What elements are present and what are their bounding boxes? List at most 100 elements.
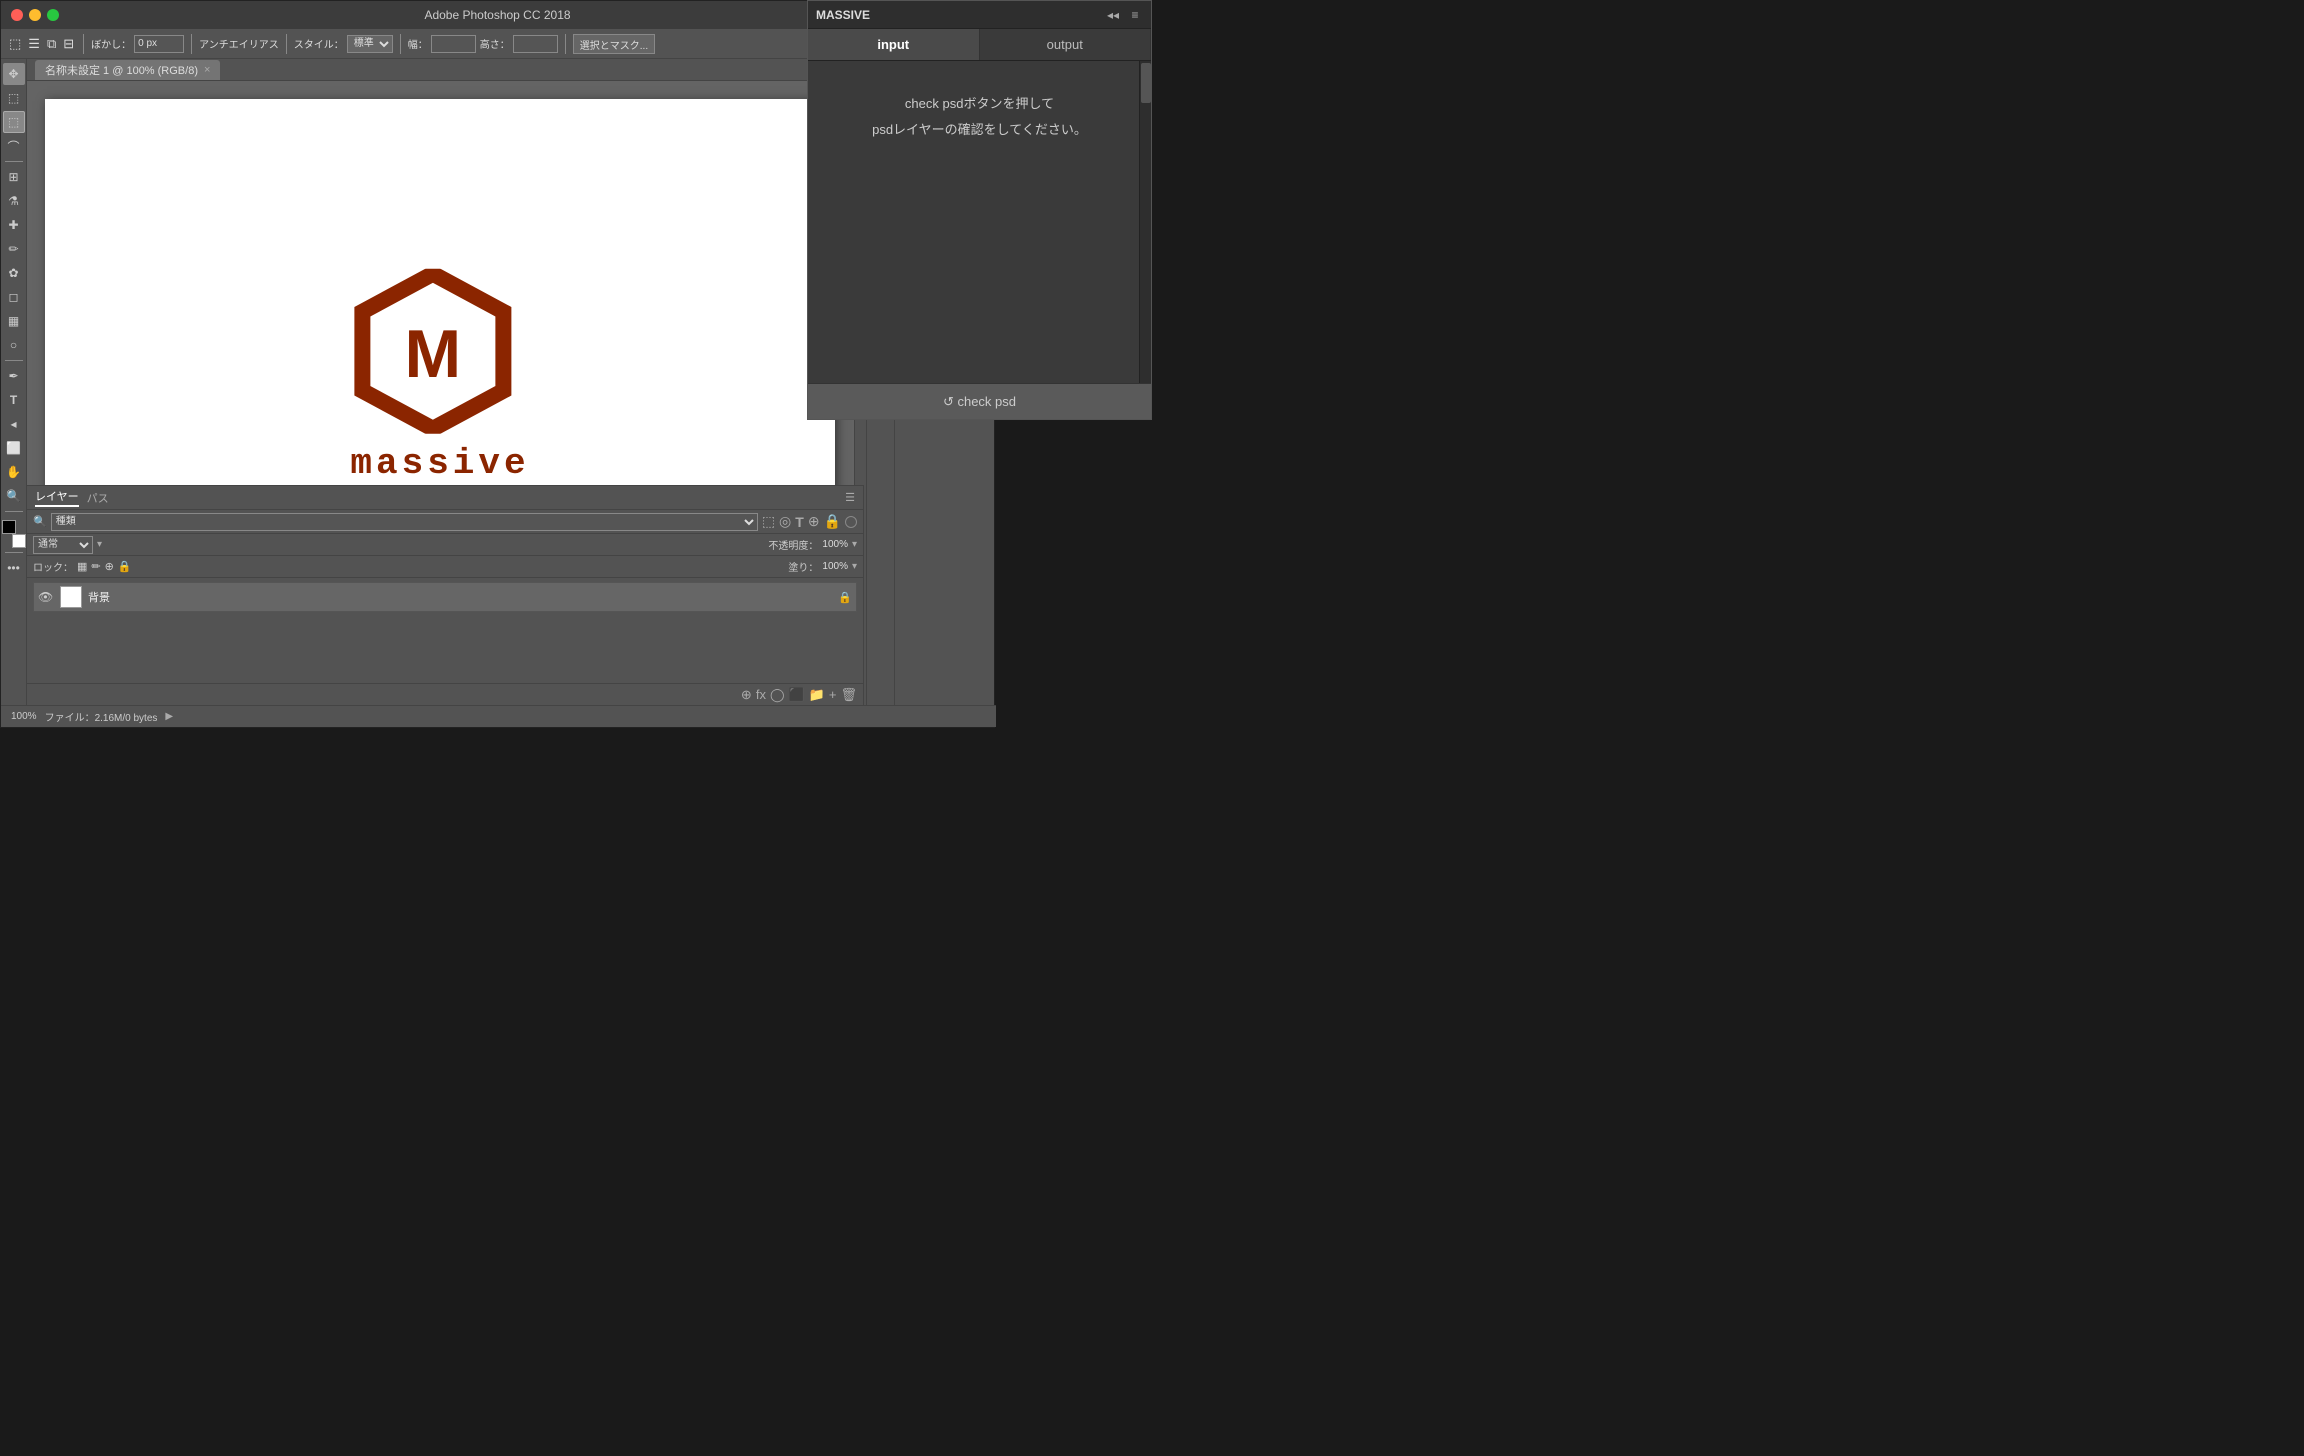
style-group: スタイル： 標準 [294, 35, 393, 53]
lock-pixels-icon[interactable]: ▦ [77, 560, 87, 573]
separator4 [400, 34, 401, 54]
arrange-icon1[interactable]: ⧉ [45, 34, 58, 54]
healing-tool[interactable]: ✚ [3, 214, 25, 236]
eraser-tool[interactable]: ◻ [3, 286, 25, 308]
massive-tab-output[interactable]: output [980, 29, 1152, 60]
add-mask-icon[interactable]: ◯ [770, 687, 785, 703]
dodge-tool[interactable]: ○ [3, 334, 25, 356]
bottom-panels-area: レイヤー パス ☰ 🔍 種類 ⬚ ◎ T ⊕ 🔒 通常 ▾ 不透明度： 100% [27, 485, 864, 705]
massive-scrollbar-thumb[interactable] [1141, 63, 1151, 103]
height-label: 高さ： [480, 36, 510, 51]
height-input[interactable] [513, 35, 558, 53]
close-button[interactable] [11, 9, 23, 21]
file-info: ファイル：2.16M/0 bytes [45, 709, 158, 724]
layer-visibility-icon[interactable]: 👁 [38, 590, 54, 604]
extra-tools[interactable]: ••• [3, 557, 25, 579]
clone-tool[interactable]: ✿ [3, 262, 25, 284]
brush-tool[interactable]: ✏ [3, 238, 25, 260]
logo-container: M massive [350, 268, 529, 483]
marquee-tool[interactable]: ⬚ [3, 87, 25, 109]
pen-tool[interactable]: ✒ [3, 365, 25, 387]
add-style-icon[interactable]: fx [756, 687, 766, 702]
layer-item[interactable]: 👁 背景 🔒 [33, 582, 857, 612]
filter-icon4[interactable]: ⊕ [808, 513, 820, 530]
text-tool[interactable]: T [3, 389, 25, 411]
path-select-tool[interactable]: ◂ [3, 413, 25, 435]
separator2 [191, 34, 192, 54]
massive-menu-btn[interactable]: ≡ [1127, 7, 1143, 23]
filter-icon1[interactable]: ⬚ [762, 513, 775, 530]
massive-title-bar: MASSIVE ◂◂ ≡ [808, 1, 1151, 29]
fill-label: 塗り： [788, 559, 818, 574]
status-bar: 100% ファイル：2.16M/0 bytes ▶ [1, 705, 996, 727]
lasso-tool[interactable]: ⌒ [3, 135, 25, 157]
massive-message-line2: psdレイヤーの確認をしてください。 [828, 117, 1131, 143]
logo-wordmark: massive [350, 442, 529, 483]
massive-collapse-btn[interactable]: ◂◂ [1105, 7, 1121, 23]
svg-text:M: M [405, 315, 462, 391]
status-arrow[interactable]: ▶ [165, 711, 173, 722]
eyedropper-tool[interactable]: ⚗ [3, 190, 25, 212]
new-layer-icon[interactable]: + [829, 687, 837, 702]
background-color-swatch[interactable] [12, 534, 26, 548]
link-layers-icon[interactable]: ⊕ [741, 687, 752, 703]
tool-separator [5, 161, 23, 162]
select-mask-button[interactable]: 選択とマスク... [573, 34, 655, 54]
arrange-icon2[interactable]: ⊟ [61, 34, 76, 54]
crop-tool[interactable]: ⊞ [3, 166, 25, 188]
zoom-tool[interactable]: 🔍 [3, 485, 25, 507]
filter-toggle[interactable] [845, 516, 857, 528]
opacity-spacer: ▾ [97, 539, 764, 550]
left-toolbox: ✥ ⬚ ⬚ ⌒ ⊞ ⚗ ✚ ✏ ✿ ◻ ▦ ○ ✒ T ◂ ⬜ ✋ 🔍 [1, 59, 27, 707]
check-psd-button[interactable]: ↺ check psd [808, 383, 1151, 419]
layers-list: 👁 背景 🔒 [27, 578, 863, 683]
lock-move-icon[interactable]: ⊕ [105, 560, 114, 573]
layer-name: 背景 [88, 589, 832, 605]
opacity-arrow[interactable]: ▾ [852, 539, 857, 550]
blur-input[interactable] [134, 35, 184, 53]
minimize-button[interactable] [29, 9, 41, 21]
tool-separator4 [5, 552, 23, 553]
move-tool[interactable]: ✥ [3, 63, 25, 85]
layers-tab[interactable]: レイヤー [35, 488, 79, 507]
align-icon[interactable]: ☰ [26, 34, 42, 54]
foreground-color-swatch[interactable] [2, 520, 16, 534]
style-select[interactable]: 標準 [347, 35, 393, 53]
document-tab-close[interactable]: × [204, 64, 210, 76]
fill-arrow[interactable]: ▾ [852, 561, 857, 572]
adjustment-layer-icon[interactable]: ⬛ [789, 687, 805, 703]
lock-row: ロック： ▦ ✏ ⊕ 🔒 塗り： 100% ▾ [27, 556, 863, 578]
delete-layer-icon[interactable]: 🗑 [840, 687, 857, 703]
tool-separator2 [5, 360, 23, 361]
window-controls [11, 9, 59, 21]
layer-lock-icon[interactable]: 🔒 [838, 591, 852, 604]
lock-all-icon[interactable]: 🔒 [118, 560, 132, 573]
massive-scrollbar[interactable] [1139, 61, 1151, 385]
lock-paint-icon[interactable]: ✏ [91, 560, 100, 573]
layer-filter-select[interactable]: 種類 [51, 513, 758, 531]
massive-tab-input[interactable]: input [808, 29, 980, 60]
gradient-tool[interactable]: ▦ [3, 310, 25, 332]
hexagon-logo-svg: M [350, 268, 515, 433]
maximize-button[interactable] [47, 9, 59, 21]
document-tab-label: 名称未設定 1 @ 100% (RGB/8) [45, 62, 198, 78]
document-tab-active[interactable]: 名称未設定 1 @ 100% (RGB/8) × [35, 60, 220, 80]
marquee-icon[interactable]: ⬚ [7, 34, 23, 54]
paths-tab[interactable]: パス [87, 490, 109, 506]
tool-separator3 [5, 511, 23, 512]
style-label: スタイル： [294, 36, 344, 51]
group-layers-icon[interactable]: 📁 [809, 687, 825, 703]
panel-menu-icon[interactable]: ☰ [845, 491, 855, 504]
filter-icon5[interactable]: 🔒 [824, 513, 841, 530]
anti-alias-label: アンチエイリアス [199, 36, 279, 51]
massive-title: MASSIVE [816, 8, 870, 22]
blend-mode-select[interactable]: 通常 [33, 536, 93, 554]
filter-icon3[interactable]: T [795, 514, 804, 530]
massive-tabs: input output [808, 29, 1151, 61]
filter-icon2[interactable]: ◎ [779, 513, 791, 530]
rect-marquee-tool[interactable]: ⬚ [3, 111, 25, 133]
hand-tool[interactable]: ✋ [3, 461, 25, 483]
shape-tool[interactable]: ⬜ [3, 437, 25, 459]
width-input[interactable] [431, 35, 476, 53]
blur-label: ぼかし： [91, 36, 131, 51]
